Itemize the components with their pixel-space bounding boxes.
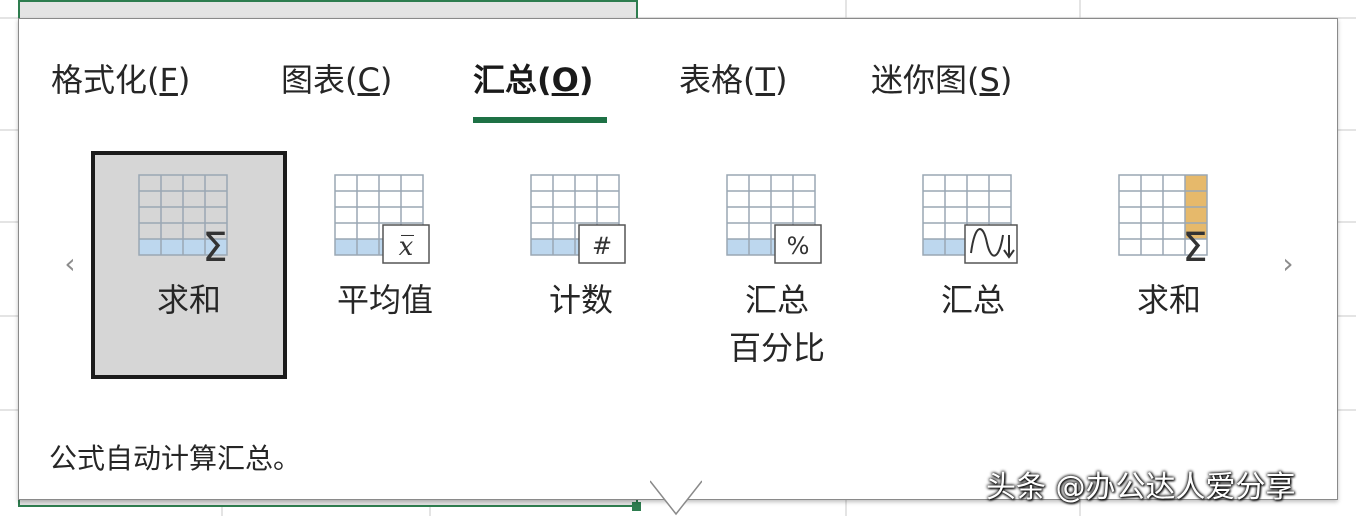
tab-totals[interactable]: 汇总(O) — [473, 55, 593, 101]
tab-accesskey: F — [159, 61, 178, 99]
option-label: 计数 — [548, 281, 613, 319]
tab-accesskey: C — [357, 61, 380, 99]
option-label: 求和 — [1136, 281, 1201, 319]
tab-formatting[interactable]: 格式化(F) — [51, 55, 190, 101]
running-total-icon — [922, 174, 1018, 264]
option-label: 汇总 — [744, 281, 809, 319]
option-sum-column[interactable]: Σ 求和 — [1071, 151, 1267, 379]
hash-glyph: # — [592, 232, 612, 260]
tab-label: 图表( — [281, 61, 358, 99]
tab-label-close: ) — [578, 61, 594, 99]
tab-label-close: ) — [379, 61, 393, 99]
tab-label: 汇总( — [473, 61, 552, 99]
sigma-glyph: Σ — [202, 225, 227, 269]
tab-label-close: ) — [999, 61, 1013, 99]
tab-label-close: ) — [177, 61, 191, 99]
tab-label-close: ) — [775, 61, 788, 99]
fill-handle[interactable] — [632, 502, 641, 511]
count-icon: # — [530, 174, 626, 264]
scroll-left-button[interactable]: ‹ — [55, 249, 85, 279]
watermark: 头条 @办公达人爱分享 — [986, 470, 1296, 505]
tab-accesskey: S — [979, 61, 1000, 99]
tab-tables[interactable]: 表格(T) — [679, 55, 788, 101]
tab-bar: 格式化(F) 图表(C) 汇总(O) 表格(T) 迷你图(S) — [19, 19, 1337, 139]
tab-accesskey: O — [551, 61, 579, 99]
option-label-line2: 百分比 — [728, 329, 825, 367]
percent-total-icon: % — [726, 174, 822, 264]
tab-label: 表格( — [679, 61, 756, 99]
percent-glyph: % — [787, 232, 810, 260]
option-description: 公式自动计算汇总。 — [49, 442, 302, 475]
option-average[interactable]: x̅ 平均值 — [287, 151, 483, 379]
scroll-right-button[interactable]: › — [1273, 249, 1303, 279]
tab-accesskey: T — [755, 61, 776, 99]
popup-pointer — [650, 480, 702, 516]
average-icon: x̅ — [334, 174, 430, 264]
sigma-glyph: Σ — [1182, 225, 1207, 269]
option-label: 汇总 — [940, 281, 1005, 319]
option-running-total[interactable]: 汇总 — [875, 151, 1071, 379]
tab-charts[interactable]: 图表(C) — [281, 55, 392, 101]
option-label: 平均值 — [336, 281, 433, 319]
tab-label: 格式化( — [51, 61, 160, 99]
tab-sparklines[interactable]: 迷你图(S) — [871, 55, 1012, 101]
option-label: 求和 — [156, 281, 221, 319]
option-percent-total[interactable]: % 汇总 百分比 — [679, 151, 875, 379]
xbar-glyph: x̅ — [399, 232, 414, 262]
quick-analysis-panel: 格式化(F) 图表(C) 汇总(O) 表格(T) 迷你图(S) ‹ › Σ 求和… — [18, 18, 1338, 500]
tab-label: 迷你图( — [871, 61, 980, 99]
active-tab-indicator — [473, 117, 607, 123]
option-count[interactable]: # 计数 — [483, 151, 679, 379]
option-sum-row[interactable]: Σ 求和 — [91, 151, 287, 379]
sum-column-icon: Σ — [1118, 174, 1208, 269]
sum-row-icon: Σ — [138, 174, 228, 269]
